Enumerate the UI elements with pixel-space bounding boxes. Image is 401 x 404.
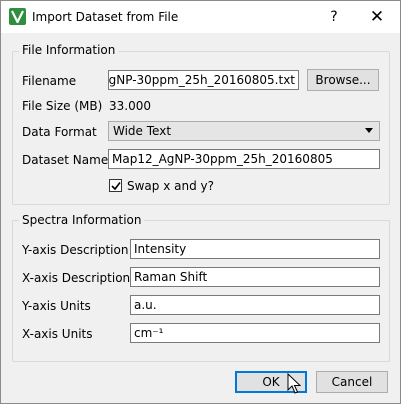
file-size-label: File Size (MB) [22, 99, 103, 113]
file-size-value: 33.000 [109, 99, 151, 113]
y-axis-description-field[interactable]: Intensity [130, 239, 380, 259]
data-format-label: Data Format [22, 125, 97, 139]
swap-xy-label[interactable]: Swap x and y? [127, 179, 214, 193]
filename-label: Filename [22, 74, 77, 88]
browse-button[interactable]: Browse... [307, 69, 379, 91]
spectra-information-title: Spectra Information [19, 213, 145, 227]
file-information-title: File Information [19, 43, 119, 57]
title-bar[interactable]: Import Dataset from File ? ✕ [1, 1, 400, 33]
chevron-down-icon [365, 128, 373, 133]
y-axis-description-label: Y-axis Description [22, 243, 129, 257]
x-axis-description-field[interactable]: Raman Shift [130, 267, 380, 287]
x-axis-units-field[interactable]: cm⁻¹ [130, 323, 380, 343]
checkmark-icon [111, 182, 121, 191]
x-axis-units-label: X-axis Units [22, 327, 93, 341]
filename-value: Map12_AgNP-30ppm_25h_20160805.txt [108, 73, 295, 87]
app-logo-icon [9, 8, 26, 25]
data-format-select[interactable]: Wide Text [108, 121, 380, 141]
cancel-button[interactable]: Cancel [316, 371, 388, 393]
mouse-cursor-icon [287, 373, 301, 394]
window-title: Import Dataset from File [32, 10, 179, 24]
dataset-name-label: Dataset Name [22, 153, 109, 167]
dataset-name-field[interactable]: Map12_AgNP-30ppm_25h_20160805 [108, 149, 380, 169]
import-dataset-dialog: Import Dataset from File ? ✕ File Inform… [0, 0, 401, 404]
help-button[interactable]: ? [323, 6, 345, 28]
y-axis-units-label: Y-axis Units [22, 299, 91, 313]
swap-xy-checkbox[interactable] [109, 179, 122, 192]
y-axis-units-field[interactable]: a.u. [130, 295, 380, 315]
x-axis-description-label: X-axis Description [22, 271, 131, 285]
close-button[interactable]: ✕ [363, 6, 391, 28]
data-format-value: Wide Text [113, 124, 172, 138]
filename-field[interactable]: Map12_AgNP-30ppm_25h_20160805.txt [108, 70, 299, 90]
